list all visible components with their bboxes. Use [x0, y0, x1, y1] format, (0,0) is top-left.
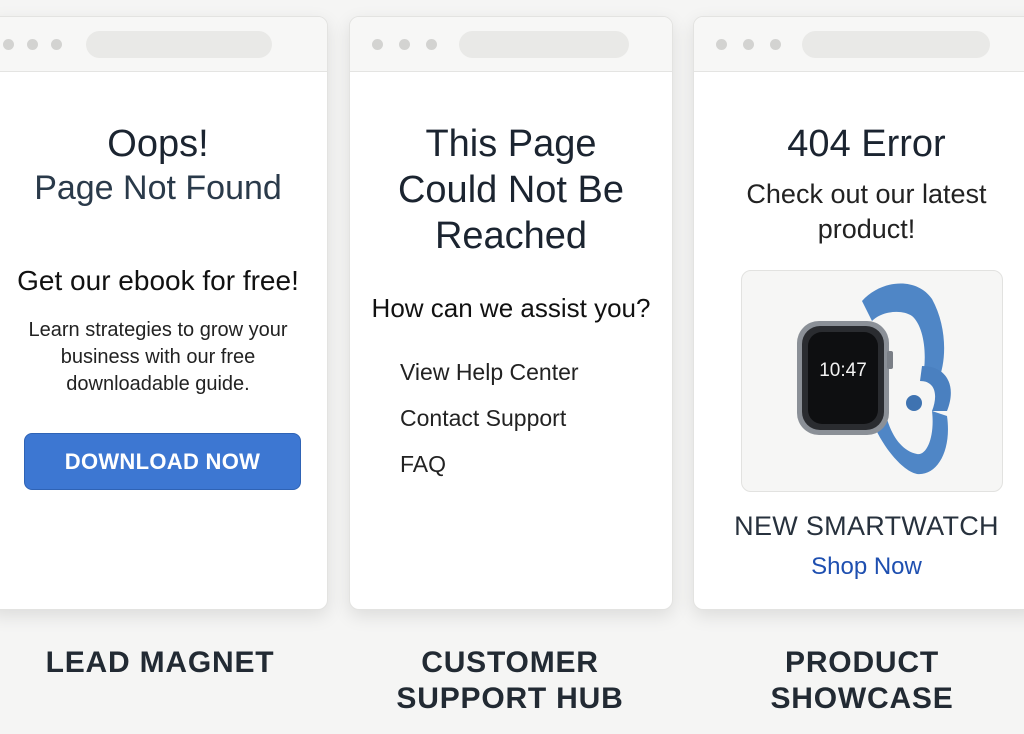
browser-chrome [694, 17, 1024, 72]
browser-window-lead-magnet: Oops! Page Not Found Get our ebook for f… [0, 16, 328, 610]
browser-chrome [0, 17, 327, 72]
help-center-link[interactable]: View Help Center [400, 359, 579, 386]
offer-description: Learn strategies to grow your business w… [28, 319, 288, 395]
offer-heading: Get our ebook for free! [17, 265, 299, 296]
smartwatch-image: 10:47 [797, 283, 951, 475]
window-dot-icon [743, 39, 754, 50]
address-bar[interactable] [459, 31, 629, 58]
watch-time: 10:47 [819, 360, 867, 381]
address-bar[interactable] [802, 31, 990, 58]
faq-link[interactable]: FAQ [400, 451, 446, 478]
assist-question: How can we assist you? [371, 293, 651, 323]
product-name: NEW SMARTWATCH [734, 511, 999, 541]
contact-support-link[interactable]: Contact Support [400, 405, 566, 432]
window-dot-icon [51, 39, 62, 50]
caption-support-hub: CUSTOMER SUPPORT HUB [396, 646, 624, 715]
window-dot-icon [426, 39, 437, 50]
shop-now-link[interactable]: Shop Now [694, 553, 1024, 581]
browser-chrome [350, 17, 672, 72]
promo-subheading: Check out our latest product! [746, 179, 987, 244]
error-heading: This Page Could Not Be Reached [397, 123, 624, 257]
caption-lead-magnet: LEAD MAGNET [45, 646, 275, 679]
window-dot-icon [3, 39, 14, 50]
caption-product-showcase: PRODUCT SHOWCASE [770, 646, 954, 715]
error-heading: Oops! [107, 123, 209, 165]
address-bar[interactable] [86, 31, 272, 58]
window-dot-icon [372, 39, 383, 50]
browser-window-product-showcase: 404 Error Check out our latest product! … [693, 16, 1024, 610]
window-dot-icon [27, 39, 38, 50]
window-dot-icon [770, 39, 781, 50]
download-now-button[interactable]: DOWNLOAD NOW [24, 433, 301, 490]
product-image[interactable]: 10:47 [741, 270, 1003, 492]
browser-window-support-hub: This Page Could Not Be Reached How can w… [349, 16, 673, 610]
error-subheading: Page Not Found [34, 169, 282, 207]
error-heading: 404 Error [787, 123, 946, 165]
window-dot-icon [399, 39, 410, 50]
window-dot-icon [716, 39, 727, 50]
